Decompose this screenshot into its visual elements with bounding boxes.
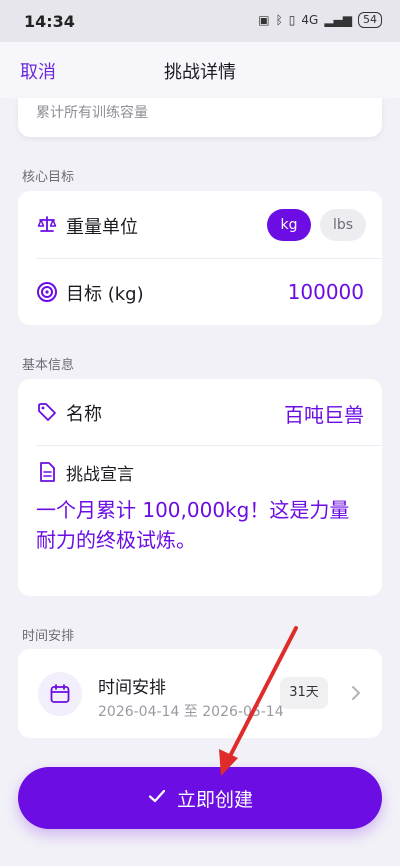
unit-kg-button[interactable]: kg — [267, 209, 311, 241]
nav-bar: 取消 挑战详情 — [0, 42, 400, 98]
weight-unit-label: 重量单位 — [66, 217, 138, 238]
page-title: 挑战详情 — [164, 62, 236, 83]
battery-level: 54 — [363, 13, 377, 26]
goal-value-input[interactable]: 100000 — [288, 280, 364, 304]
core-goal-card: 重量单位 kg lbs 目标 (kg) 100000 — [18, 191, 382, 325]
status-icons: ▣ ᛒ ▯ 4G ▂▄▆ 54 — [258, 12, 382, 28]
vibrate-icon: ▯ — [288, 13, 296, 27]
divider — [36, 445, 382, 446]
schedule-title: 时间安排 — [98, 678, 166, 698]
schedule-range: 2026-04-14 至 2026-05-14 — [98, 704, 284, 720]
network-label: 4G — [301, 13, 319, 27]
goal-row[interactable]: 目标 (kg) 100000 — [18, 259, 382, 325]
declaration-input[interactable]: 一个月累计 100,000kg！这是力量耐力的终极试炼。 — [36, 495, 364, 555]
nfc-icon: ▣ — [258, 13, 270, 27]
name-label: 名称 — [66, 404, 102, 425]
goal-label: 目标 (kg) — [66, 284, 144, 305]
schedule-card[interactable]: 时间安排 2026-04-14 至 2026-05-14 31天 — [18, 649, 382, 738]
battery-icon: 54 — [358, 12, 382, 28]
balance-scale-icon — [36, 213, 58, 235]
checkmark-icon — [147, 786, 167, 811]
basic-info-card: 名称 百吨巨兽 挑战宣言 一个月累计 100,000kg！这是力量耐力的终极试炼… — [18, 379, 382, 596]
declaration-label: 挑战宣言 — [66, 465, 134, 485]
tag-icon — [36, 401, 58, 423]
description-placeholder[interactable]: 累计所有训练容量 — [36, 102, 148, 122]
name-row[interactable]: 名称 百吨巨兽 — [18, 379, 382, 445]
document-icon — [36, 461, 58, 483]
target-icon — [36, 281, 58, 303]
section-label-core-goal: 核心目标 — [22, 170, 75, 185]
duration-badge: 31天 — [280, 677, 328, 709]
section-label-schedule: 时间安排 — [22, 629, 75, 644]
unit-lbs-button[interactable]: lbs — [320, 209, 366, 241]
declaration-header: 挑战宣言 — [18, 457, 382, 487]
calendar-icon — [38, 672, 82, 716]
create-now-label: 立即创建 — [176, 788, 253, 811]
section-label-basic-info: 基本信息 — [22, 358, 75, 373]
chevron-right-icon — [346, 683, 366, 703]
description-card: 累计所有训练容量 — [18, 98, 382, 137]
signal-icon: ▂▄▆ — [324, 13, 352, 27]
name-value-input[interactable]: 百吨巨兽 — [284, 399, 364, 428]
create-now-button[interactable]: 立即创建 — [18, 767, 382, 829]
status-bar: 14:34 ▣ ᛒ ▯ 4G ▂▄▆ 54 — [0, 0, 400, 42]
weight-unit-row: 重量单位 kg lbs — [18, 191, 382, 258]
status-time: 14:34 — [24, 12, 75, 31]
bluetooth-icon: ᛒ — [275, 13, 283, 27]
